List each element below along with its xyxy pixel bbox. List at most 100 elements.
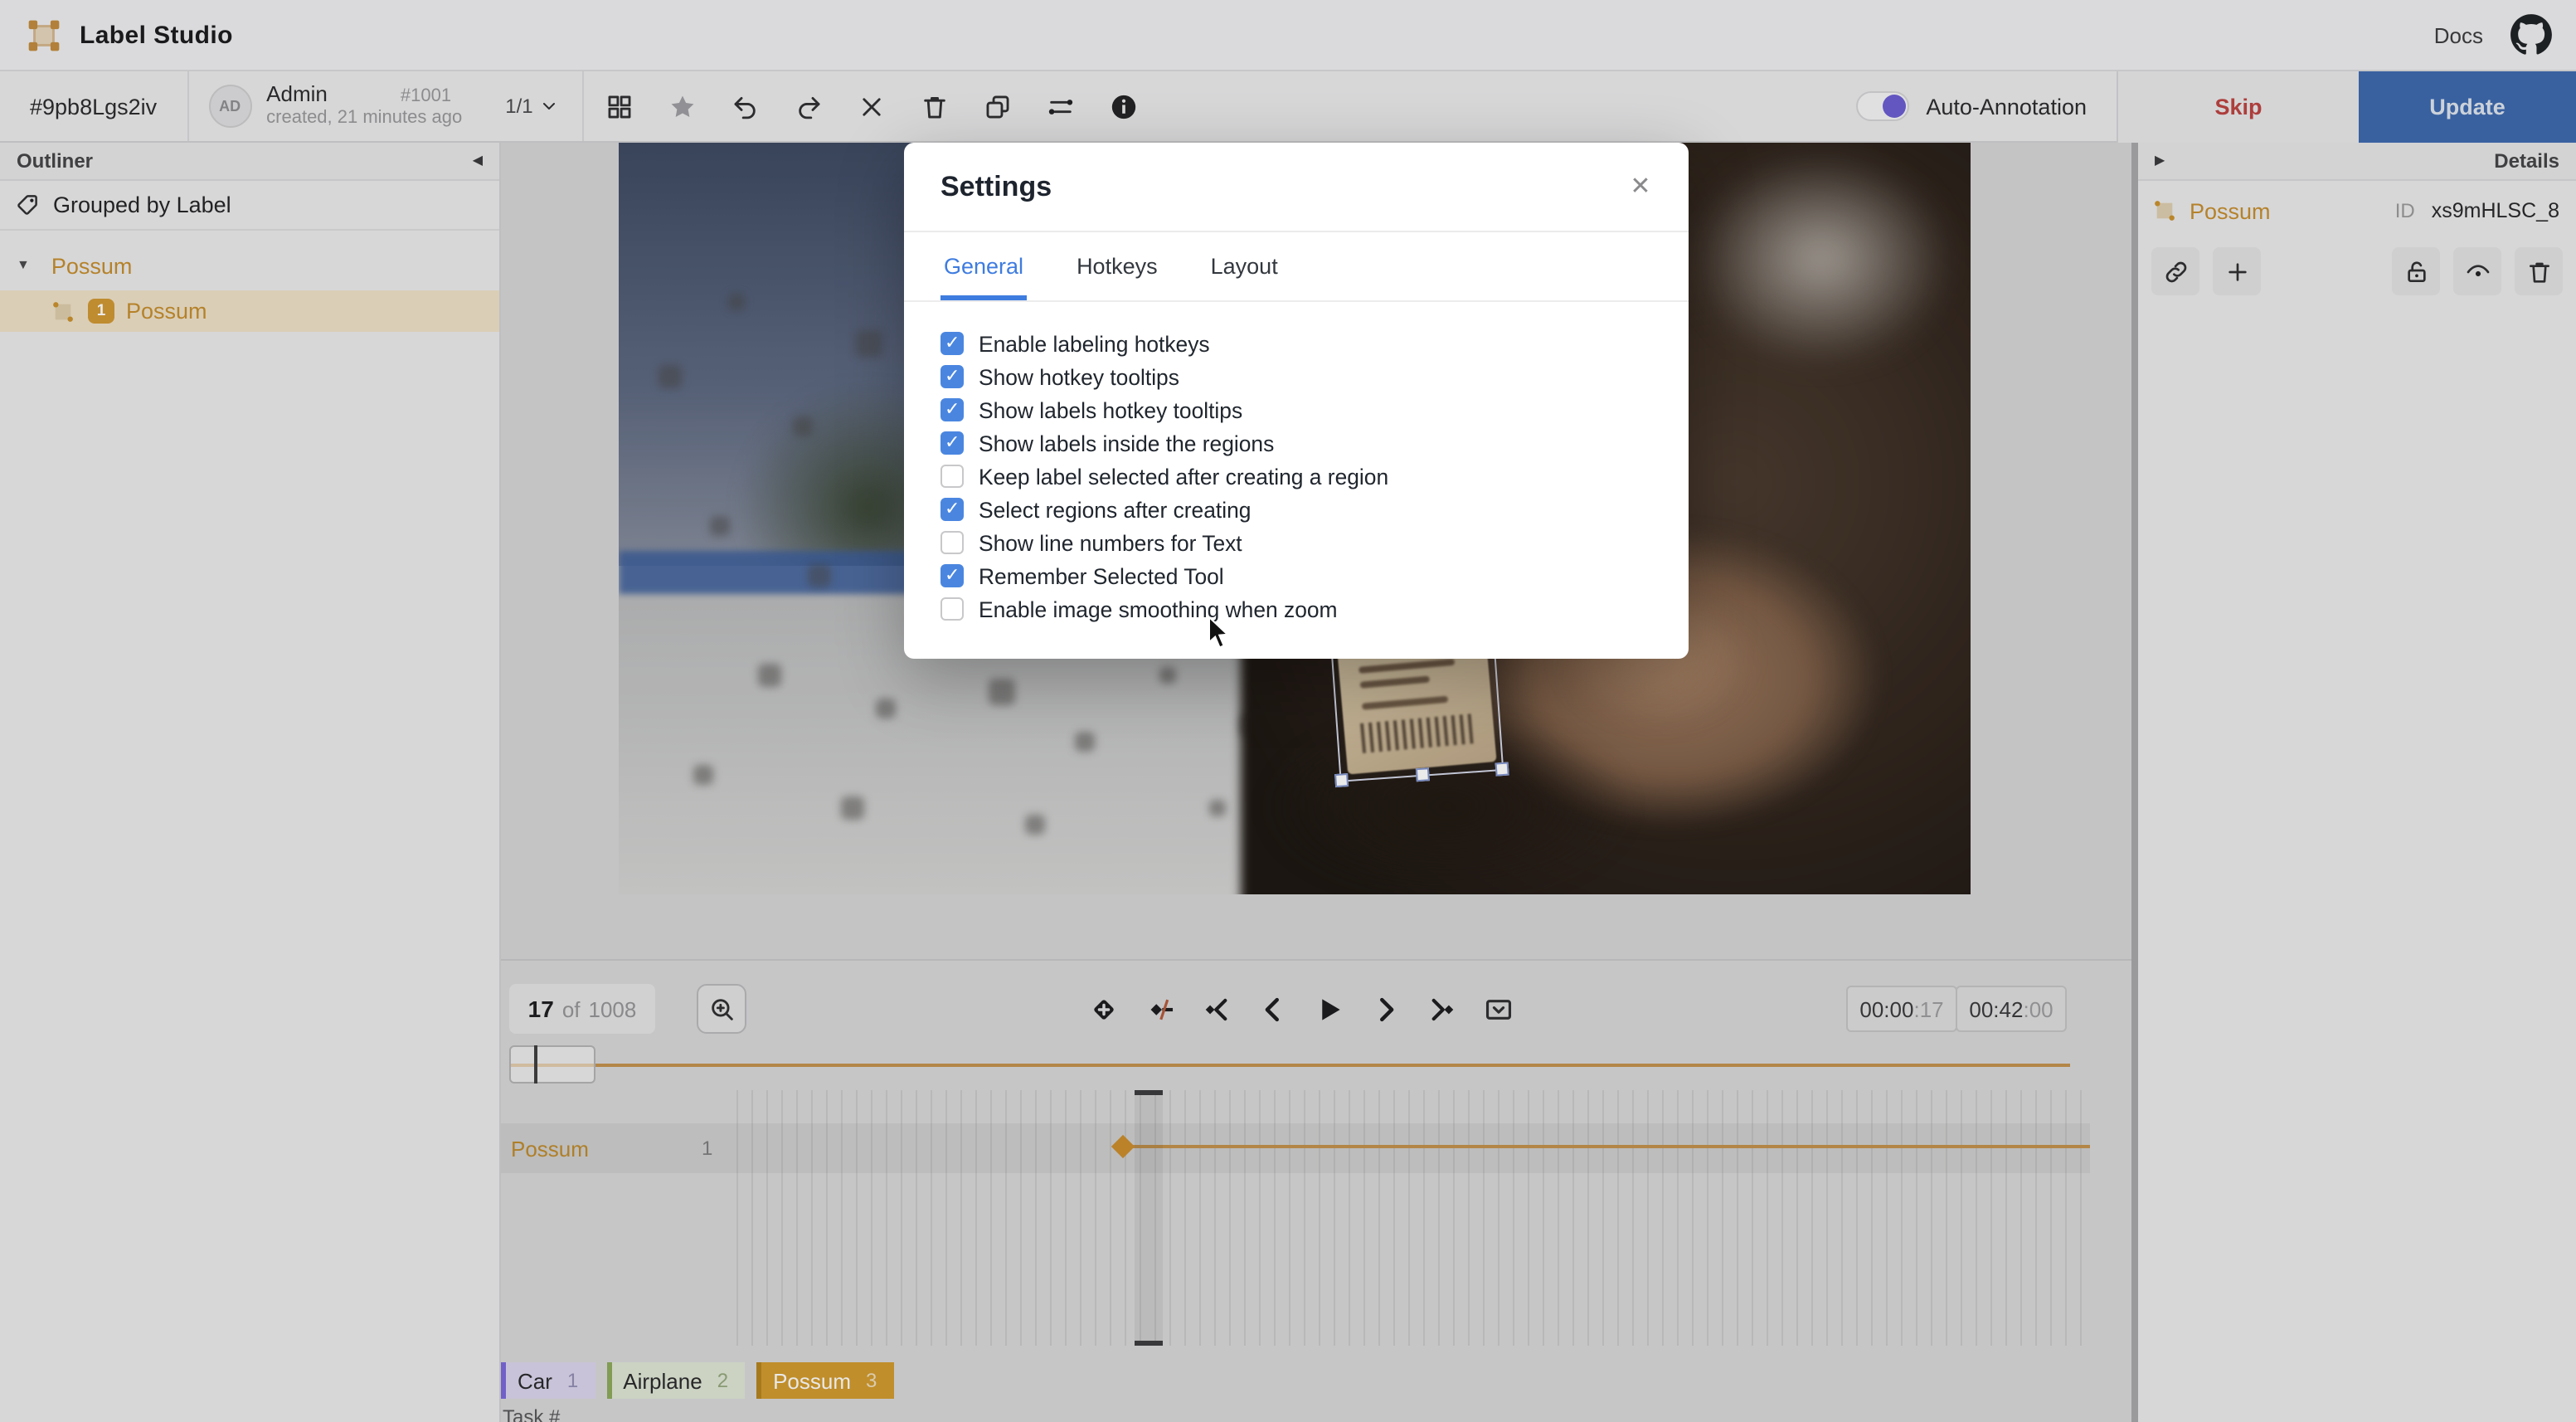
tab-general[interactable]: General bbox=[940, 254, 1027, 300]
timeline-playhead-column[interactable] bbox=[1135, 1090, 1163, 1346]
auto-annotation-toggle[interactable] bbox=[1856, 91, 1909, 121]
checkbox[interactable] bbox=[940, 431, 964, 455]
collapse-timeline-button[interactable] bbox=[1481, 991, 1516, 1026]
checkbox[interactable] bbox=[940, 564, 964, 587]
avatar: AD bbox=[208, 85, 251, 128]
settings-options: Enable labeling hotkeys Show hotkey tool… bbox=[904, 302, 1689, 626]
tab-layout[interactable]: Layout bbox=[1208, 254, 1281, 300]
checkbox[interactable] bbox=[940, 531, 964, 554]
region-actions bbox=[2138, 247, 2576, 295]
bbox-handle-bottom-right[interactable] bbox=[1495, 762, 1509, 777]
label-chip-car[interactable]: Car 1 bbox=[501, 1362, 595, 1399]
skip-button[interactable]: Skip bbox=[2117, 71, 2359, 142]
label-chip-airplane[interactable]: Airplane 2 bbox=[606, 1362, 745, 1399]
undo-button[interactable] bbox=[727, 88, 764, 124]
previous-keypoint-button[interactable] bbox=[1199, 991, 1234, 1026]
redo-button[interactable] bbox=[790, 88, 827, 124]
lock-region-button[interactable] bbox=[2392, 247, 2440, 295]
details-region-label: Possum bbox=[2190, 198, 2271, 223]
annotation-user-block[interactable]: AD Admin #1001 created, 21 minutes ago bbox=[188, 83, 482, 129]
link-icon bbox=[2162, 258, 2189, 285]
checkbox[interactable] bbox=[940, 465, 964, 488]
info-button[interactable] bbox=[1106, 88, 1142, 124]
lock-icon bbox=[2403, 258, 2429, 285]
checkbox[interactable] bbox=[940, 365, 964, 388]
delete-annotation-button[interactable] bbox=[916, 88, 953, 124]
settings-modal: Settings ✕ General Hotkeys Layout Enable… bbox=[904, 143, 1689, 659]
auto-annotation-label: Auto-Annotation bbox=[1926, 94, 2087, 119]
checkbox[interactable] bbox=[940, 498, 964, 521]
option-row: Enable labeling hotkeys bbox=[940, 327, 1652, 360]
star-icon bbox=[668, 92, 697, 120]
seek-playhead[interactable] bbox=[534, 1045, 537, 1084]
caret-down-icon[interactable] bbox=[17, 259, 30, 272]
of-label: of bbox=[562, 996, 581, 1021]
add-keyframe-button[interactable] bbox=[1086, 991, 1121, 1026]
github-icon[interactable] bbox=[2510, 13, 2553, 56]
possum-track[interactable]: Possum 1 bbox=[501, 1123, 2090, 1173]
collapse-right-icon[interactable] bbox=[2155, 154, 2165, 168]
checkbox[interactable] bbox=[940, 398, 964, 421]
region-id-label: ID bbox=[2395, 199, 2415, 222]
docs-link[interactable]: Docs bbox=[2434, 22, 2483, 47]
toggle-keyframe-button[interactable] bbox=[1143, 991, 1178, 1026]
next-frame-button[interactable] bbox=[1368, 991, 1403, 1026]
option-row: Enable image smoothing when zoom bbox=[940, 592, 1652, 626]
outliner-panel: Outliner Grouped by Label Possum 1 Possu… bbox=[0, 143, 501, 1422]
option-row: Select regions after creating bbox=[940, 493, 1652, 526]
app-title: Label Studio bbox=[80, 21, 233, 49]
annotation-pager[interactable]: 1/1 bbox=[482, 95, 582, 118]
grid-view-button[interactable] bbox=[601, 88, 638, 124]
delete-region-button[interactable] bbox=[2515, 247, 2563, 295]
trash-icon bbox=[921, 92, 949, 120]
user-name: Admin bbox=[266, 83, 328, 108]
option-row: Show labels hotkey tooltips bbox=[940, 393, 1652, 426]
grouping-selector[interactable]: Grouped by Label bbox=[0, 181, 499, 231]
details-header: Details bbox=[2138, 143, 2576, 181]
previous-frame-button[interactable] bbox=[1256, 991, 1290, 1026]
region-bbox-icon bbox=[50, 298, 76, 324]
grid-icon bbox=[605, 92, 634, 120]
plus-icon bbox=[2224, 258, 2250, 285]
add-relation-button[interactable] bbox=[2213, 247, 2261, 295]
keyframe-diamond[interactable] bbox=[1111, 1135, 1135, 1158]
next-keypoint-button[interactable] bbox=[1425, 991, 1460, 1026]
duplicate-button[interactable] bbox=[979, 88, 1016, 124]
tag-icon bbox=[15, 192, 40, 217]
details-region-row[interactable]: Possum ID xs9mHLSC_8 bbox=[2138, 181, 2576, 224]
option-row: Show labels inside the regions bbox=[940, 426, 1652, 460]
play-button[interactable] bbox=[1312, 991, 1347, 1026]
outliner-region-possum[interactable]: 1 Possum bbox=[0, 290, 499, 332]
collapse-left-icon[interactable] bbox=[473, 154, 483, 168]
timeline-grid[interactable]: Possum 1 bbox=[501, 1090, 2131, 1346]
tab-hotkeys[interactable]: Hotkeys bbox=[1073, 254, 1161, 300]
checkbox[interactable] bbox=[940, 332, 964, 355]
playhead-bottom-marker[interactable] bbox=[1135, 1341, 1163, 1346]
link-region-button[interactable] bbox=[2151, 247, 2199, 295]
frame-counter[interactable]: 17 of 1008 bbox=[509, 984, 655, 1034]
selected-region-bbox[interactable] bbox=[1331, 640, 1504, 782]
chevron-down-icon bbox=[540, 96, 560, 116]
update-button[interactable]: Update bbox=[2359, 71, 2576, 142]
playhead-top-marker[interactable] bbox=[1135, 1090, 1163, 1095]
checkbox[interactable] bbox=[940, 597, 964, 621]
toggle-visibility-button[interactable] bbox=[2453, 247, 2501, 295]
settings-sliders-button[interactable] bbox=[1043, 88, 1079, 124]
sliders-icon bbox=[1047, 92, 1075, 120]
bbox-handle-bottom-center[interactable] bbox=[1415, 767, 1429, 782]
star-button[interactable] bbox=[664, 88, 701, 124]
chevron-left-icon bbox=[1257, 993, 1289, 1025]
annotation-created: created, 21 minutes ago bbox=[266, 108, 462, 129]
auto-annotation-block: Auto-Annotation bbox=[1856, 91, 2117, 121]
bbox-handle-bottom-left[interactable] bbox=[1334, 773, 1349, 787]
outliner-group-possum[interactable]: Possum bbox=[0, 246, 499, 285]
toggle-knob bbox=[1883, 95, 1906, 118]
cancel-button[interactable] bbox=[853, 88, 890, 124]
timeline-zoom-button[interactable] bbox=[697, 984, 746, 1034]
seek-bar[interactable] bbox=[509, 1064, 2070, 1067]
close-icon[interactable]: ✕ bbox=[1619, 164, 1662, 207]
seek-viewport-window[interactable] bbox=[509, 1045, 595, 1084]
label-chip-possum[interactable]: Possum 3 bbox=[756, 1362, 893, 1399]
play-icon bbox=[1314, 993, 1345, 1025]
info-icon bbox=[1110, 92, 1138, 120]
